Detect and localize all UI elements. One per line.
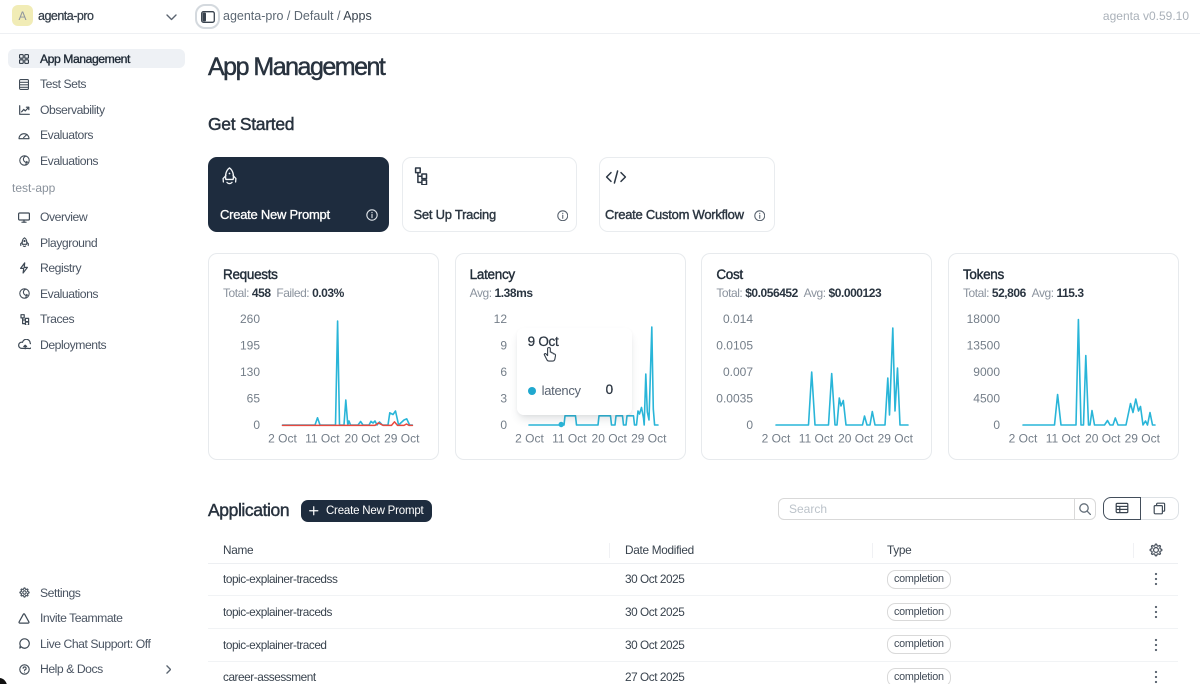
svg-text:20 Oct: 20 Oct [345, 432, 381, 446]
svg-text:20 Oct: 20 Oct [591, 432, 627, 446]
svg-text:20 Oct: 20 Oct [838, 432, 874, 446]
svg-text:12: 12 [493, 312, 507, 326]
svg-text:6: 6 [500, 365, 507, 379]
svg-text:65: 65 [247, 392, 261, 406]
svg-text:29 Oct: 29 Oct [1125, 432, 1161, 446]
svg-text:29 Oct: 29 Oct [878, 432, 914, 446]
svg-text:29 Oct: 29 Oct [631, 432, 667, 446]
svg-text:0: 0 [747, 418, 754, 432]
svg-text:20 Oct: 20 Oct [1085, 432, 1121, 446]
svg-text:0.0105: 0.0105 [717, 339, 754, 353]
svg-text:11 Oct: 11 Oct [799, 432, 834, 446]
svg-text:2 Oct: 2 Oct [1009, 432, 1038, 446]
svg-text:18000: 18000 [967, 312, 1001, 326]
svg-text:11 Oct: 11 Oct [1046, 432, 1081, 446]
svg-text:11 Oct: 11 Oct [552, 432, 587, 446]
svg-text:9: 9 [500, 339, 507, 353]
svg-text:2 Oct: 2 Oct [515, 432, 544, 446]
svg-text:11 Oct: 11 Oct [305, 432, 340, 446]
svg-text:0: 0 [993, 418, 1000, 432]
svg-text:0: 0 [500, 418, 507, 432]
svg-text:13500: 13500 [967, 339, 1001, 353]
svg-text:2 Oct: 2 Oct [762, 432, 791, 446]
svg-text:130: 130 [240, 365, 260, 379]
svg-text:0.014: 0.014 [723, 312, 753, 326]
svg-text:29 Oct: 29 Oct [384, 432, 420, 446]
svg-text:4500: 4500 [973, 392, 1000, 406]
svg-text:0.0035: 0.0035 [717, 392, 754, 406]
svg-text:3: 3 [500, 392, 507, 406]
svg-text:260: 260 [240, 312, 260, 326]
svg-text:2 Oct: 2 Oct [268, 432, 297, 446]
svg-text:195: 195 [240, 339, 260, 353]
svg-text:0.007: 0.007 [723, 365, 753, 379]
svg-text:0: 0 [253, 418, 260, 432]
svg-text:9000: 9000 [973, 365, 1000, 379]
